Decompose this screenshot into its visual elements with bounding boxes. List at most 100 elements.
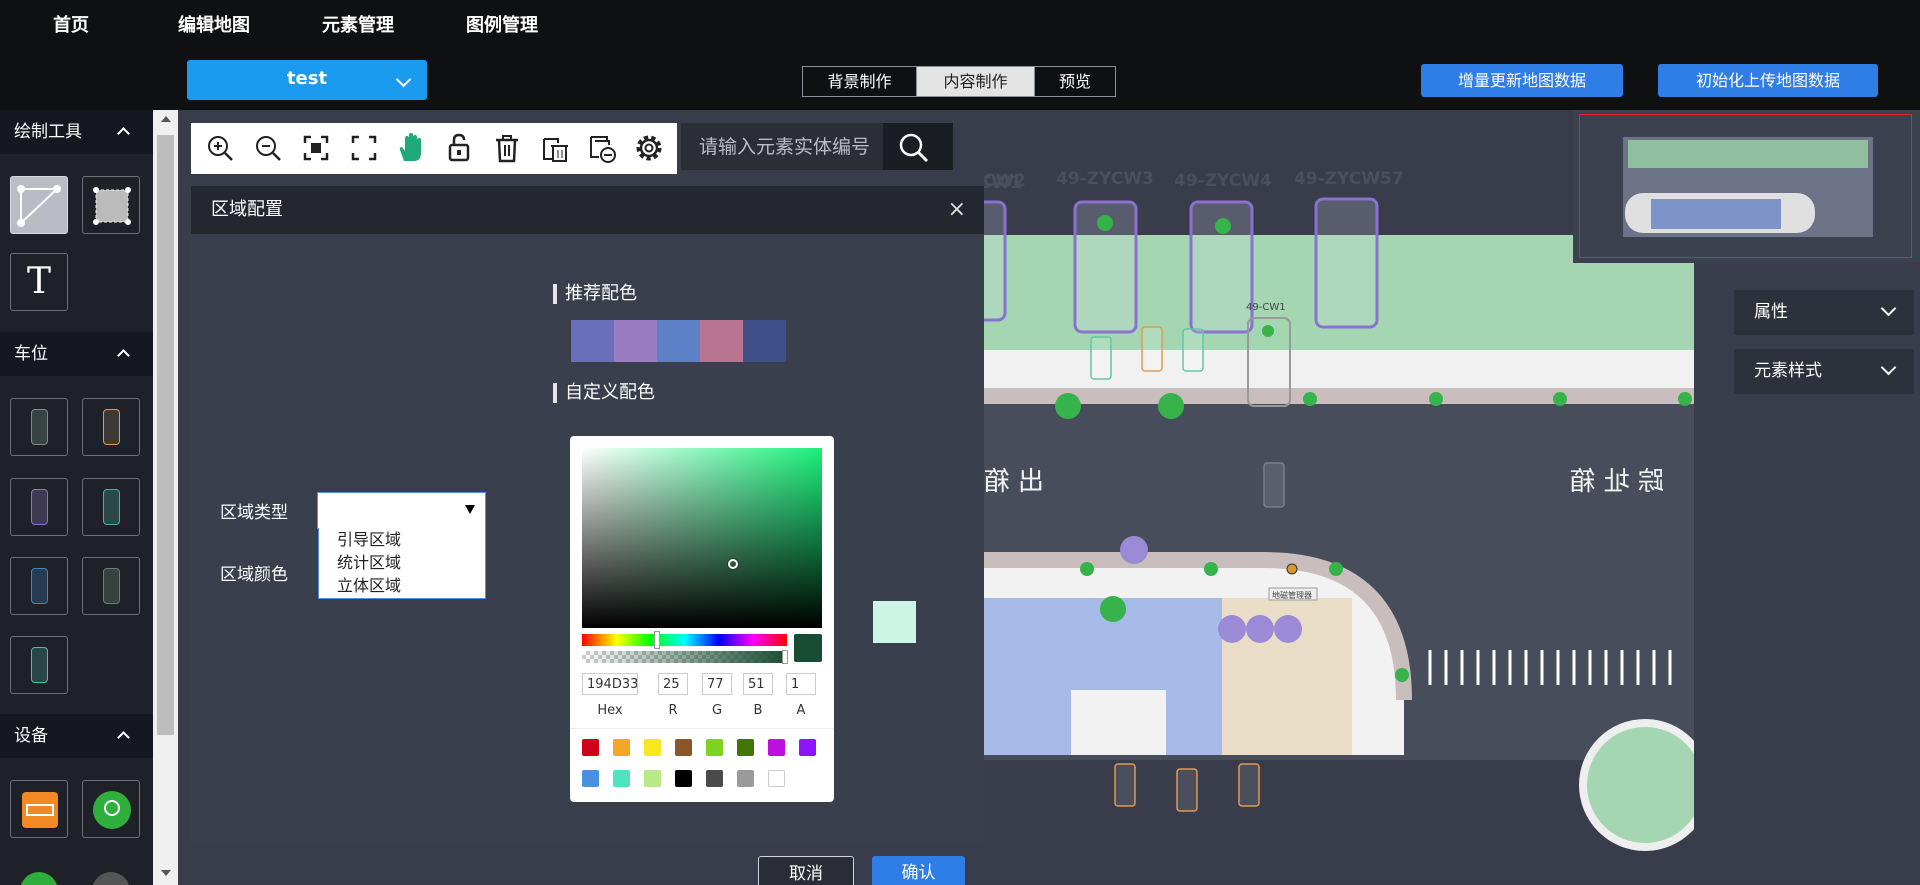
region-type-options: 引导区域 统计区域 立体区域: [318, 528, 486, 599]
preset-swatch[interactable]: [582, 739, 599, 756]
search-icon[interactable]: [897, 131, 931, 165]
b-input[interactable]: [743, 673, 773, 695]
manager-marker: [1286, 563, 1298, 575]
preset-swatch[interactable]: [644, 739, 661, 756]
rectangle-icon: [93, 187, 131, 225]
cancel-button[interactable]: 取消: [758, 856, 854, 885]
g-input[interactable]: [702, 673, 732, 695]
recommended-swatch[interactable]: [657, 320, 700, 362]
text-tool[interactable]: T: [10, 253, 68, 311]
remove-layer-icon[interactable]: [585, 131, 619, 165]
init-upload-button[interactable]: 初始化上传地图数据: [1658, 64, 1878, 97]
preset-swatch[interactable]: [737, 739, 754, 756]
device-gray-icon: [92, 872, 130, 885]
manager-label: 地磁管理器: [1272, 590, 1312, 600]
preset-swatch[interactable]: [675, 770, 692, 787]
parking-slot-blue[interactable]: [10, 557, 68, 615]
region-color-label: 区域颜色: [220, 565, 288, 585]
lock-icon[interactable]: [442, 131, 476, 165]
nav-home[interactable]: 首页: [53, 0, 89, 53]
recommended-swatch[interactable]: [571, 320, 614, 362]
recommended-swatch[interactable]: [614, 320, 657, 362]
element-style-panel[interactable]: 元素样式: [1734, 349, 1914, 394]
preset-swatch[interactable]: [613, 770, 630, 787]
zoom-in-icon[interactable]: [203, 131, 237, 165]
parking-title: 车位: [14, 344, 48, 364]
zoom-out-icon[interactable]: [251, 131, 285, 165]
scroll-down-arrow: [161, 870, 171, 876]
draw-tools-header[interactable]: 绘制工具: [0, 110, 153, 154]
a-input[interactable]: [786, 673, 816, 695]
tab-background[interactable]: 背景制作: [803, 67, 917, 96]
recommended-swatch[interactable]: [743, 320, 786, 362]
parking-slot-gray[interactable]: [10, 398, 68, 456]
r-label: R: [668, 703, 678, 718]
preset-swatch[interactable]: [768, 739, 785, 756]
preset-swatch[interactable]: [582, 770, 599, 787]
hue-slider[interactable]: [582, 634, 787, 646]
preset-swatch[interactable]: [706, 739, 723, 756]
parking-header[interactable]: 车位: [0, 332, 153, 376]
alpha-handle[interactable]: [782, 650, 788, 664]
hex-input[interactable]: [582, 673, 638, 695]
close-icon[interactable]: ×: [948, 186, 966, 234]
device-camera-tool[interactable]: [10, 862, 68, 885]
r-input[interactable]: [658, 673, 688, 695]
parking-slot-cyan[interactable]: [10, 636, 68, 694]
tab-preview[interactable]: 预览: [1035, 67, 1115, 96]
selected-color-swatch[interactable]: [873, 601, 916, 643]
confirm-button[interactable]: 确认: [872, 856, 965, 885]
device-other-tool[interactable]: [82, 862, 140, 885]
pan-hand-icon[interactable]: [394, 131, 428, 165]
curb: [984, 388, 1694, 404]
custom-colors-heading: 自定义配色: [553, 383, 655, 403]
project-select[interactable]: test: [187, 60, 427, 100]
preset-swatch[interactable]: [737, 770, 754, 787]
incremental-update-button[interactable]: 增量更新地图数据: [1421, 64, 1623, 97]
devices-header[interactable]: 设备: [0, 714, 153, 758]
scroll-thumb[interactable]: [157, 135, 174, 735]
search-input[interactable]: [681, 123, 883, 170]
preset-swatch[interactable]: [644, 770, 661, 787]
preset-swatch[interactable]: [675, 739, 692, 756]
preset-swatch[interactable]: [768, 770, 785, 787]
left-scrollbar[interactable]: [153, 110, 178, 885]
alpha-slider[interactable]: [582, 651, 787, 663]
option-statistics-region[interactable]: 统计区域: [319, 551, 485, 574]
nav-element-management[interactable]: 元素管理: [322, 0, 394, 53]
region-type-select[interactable]: [317, 492, 486, 529]
color-picker: Hex R G B A: [570, 436, 834, 802]
delete-multiple-icon[interactable]: [538, 131, 572, 165]
device-manager-tool[interactable]: [10, 780, 68, 838]
saturation-panel[interactable]: [582, 448, 822, 628]
saturation-cursor[interactable]: [728, 559, 738, 569]
chevron-up-icon: [117, 731, 130, 744]
parking-slot-teal[interactable]: [82, 478, 140, 536]
recommended-swatch[interactable]: [700, 320, 743, 362]
option-guide-region[interactable]: 引导区域: [319, 528, 485, 551]
b-label: B: [753, 703, 763, 718]
parking-slot-purple[interactable]: [10, 478, 68, 536]
polyline-tool[interactable]: [10, 176, 68, 234]
option-3d-region[interactable]: 立体区域: [319, 574, 485, 597]
fit-view-icon[interactable]: [299, 131, 333, 165]
chevron-down-icon: [1880, 300, 1897, 317]
hue-handle[interactable]: [654, 631, 660, 649]
minimap[interactable]: [1573, 110, 1920, 263]
parking-slot-dark[interactable]: [82, 557, 140, 615]
device-sensor-tool[interactable]: [82, 780, 140, 838]
preset-swatch[interactable]: [799, 739, 816, 756]
preset-swatch[interactable]: [613, 739, 630, 756]
fullscreen-icon[interactable]: [347, 131, 381, 165]
settings-gear-icon[interactable]: [632, 131, 666, 165]
nav-legend-management[interactable]: 图例管理: [466, 0, 538, 53]
rectangle-tool[interactable]: [82, 176, 140, 234]
properties-panel[interactable]: 属性: [1734, 290, 1914, 335]
delete-icon[interactable]: [490, 131, 524, 165]
chevron-up-icon: [117, 349, 130, 362]
tab-content[interactable]: 内容制作: [917, 67, 1035, 96]
polyline-icon: [17, 185, 61, 227]
parking-slot-orange[interactable]: [82, 398, 140, 456]
nav-edit-map[interactable]: 编辑地图: [178, 0, 250, 53]
preset-swatch[interactable]: [706, 770, 723, 787]
